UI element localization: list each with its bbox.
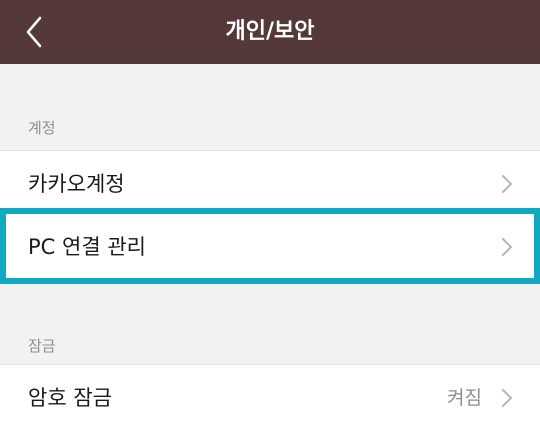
section-label-lock: 잠금 xyxy=(28,337,56,355)
chevron-right-icon xyxy=(502,389,512,407)
menu-item-label: 카카오계정 xyxy=(28,172,125,196)
menu-item-passcode-lock[interactable]: 암호 잠금 켜짐 xyxy=(0,364,540,428)
menu-item-label: 암호 잠금 xyxy=(28,386,112,410)
chevron-right-icon xyxy=(502,238,512,256)
passcode-lock-status: 켜짐 xyxy=(447,387,482,409)
top-bar: 개인/보안 xyxy=(0,0,540,64)
menu-item-pc-connection[interactable]: PC 연결 관리 xyxy=(0,213,540,279)
section-label-account: 계정 xyxy=(28,119,56,137)
menu-item-kakao-account[interactable]: 카카오계정 xyxy=(0,150,540,216)
chevron-right-icon xyxy=(502,175,512,193)
page-title: 개인/보안 xyxy=(225,19,315,44)
menu-item-label: PC 연결 관리 xyxy=(28,235,146,259)
